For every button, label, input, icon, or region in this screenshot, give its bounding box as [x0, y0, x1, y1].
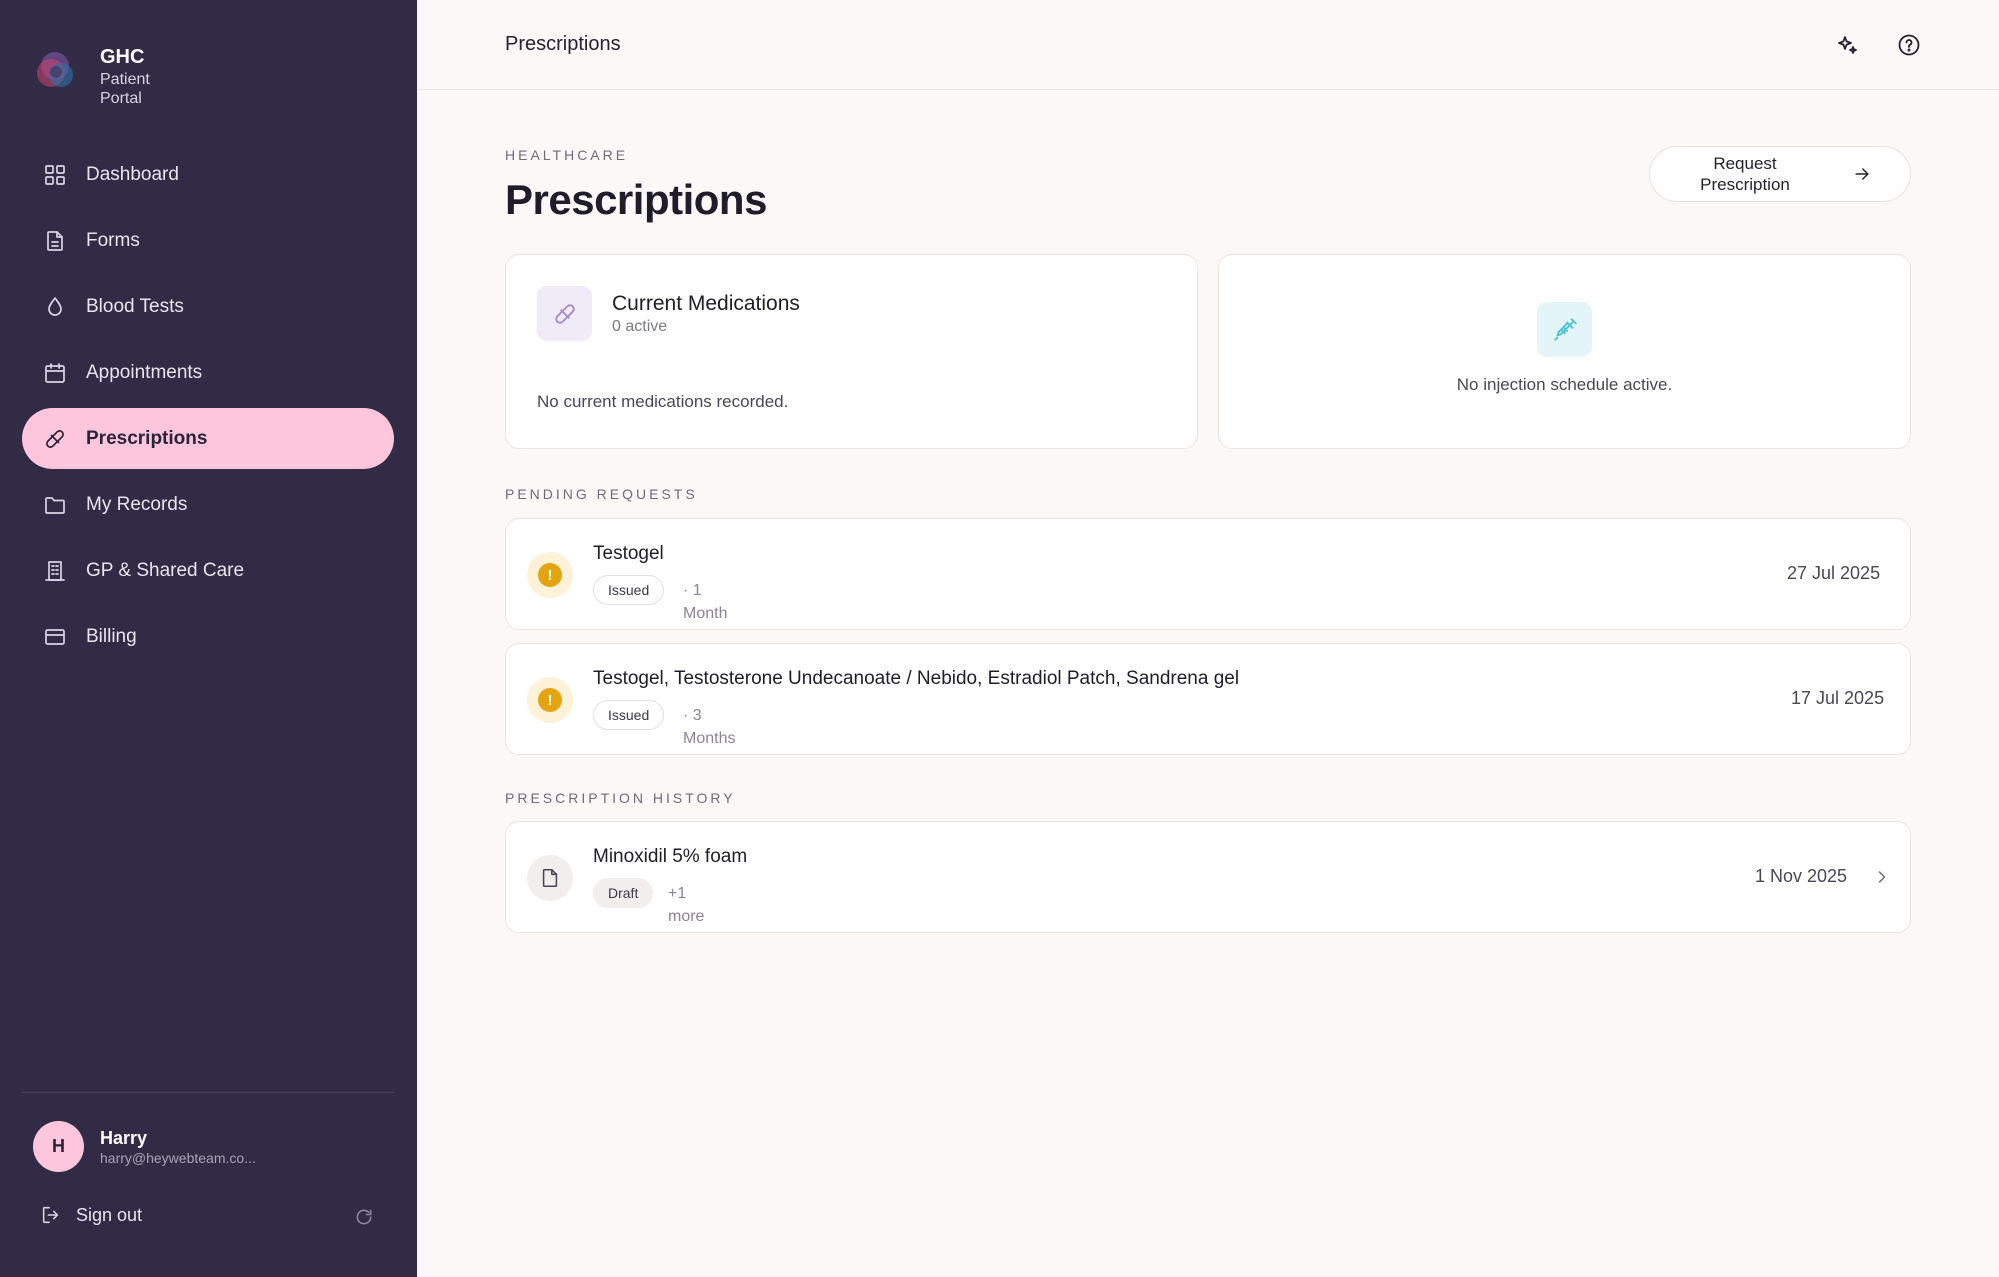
- request-label-line1: Request: [1713, 154, 1777, 173]
- injection-schedule-empty: No injection schedule active.: [1456, 375, 1673, 394]
- sidebar-item-label: Prescriptions: [86, 427, 208, 449]
- current-medications-title: Current Medications: [612, 292, 800, 315]
- sidebar-item-blood-tests[interactable]: Blood Tests: [22, 276, 394, 337]
- syringe-icon: [1537, 302, 1592, 357]
- sign-out-icon: [42, 1206, 59, 1224]
- sparkle-button[interactable]: [1834, 31, 1862, 59]
- chevron-right-icon: [1872, 867, 1894, 889]
- pending-request-row[interactable]: ! Testogel, Testosterone Undecanoate / N…: [505, 643, 1911, 755]
- pending-request-row[interactable]: ! Testogel Issued · 1 Month 27 Jul 2025: [505, 518, 1911, 630]
- request-prescription-button[interactable]: Request Prescription: [1649, 146, 1911, 202]
- prescription-quantity: · 1 Month: [683, 579, 727, 625]
- pending-requests-label: PENDING REQUESTS: [505, 486, 698, 502]
- injection-schedule-card: No injection schedule active.: [1218, 254, 1911, 449]
- building-icon: [42, 558, 68, 584]
- prescription-title: Testogel, Testosterone Undecanoate / Neb…: [593, 668, 1240, 689]
- user-profile[interactable]: H Harry harry@heywebteam.co...: [33, 1121, 256, 1172]
- warning-icon: !: [527, 677, 573, 723]
- help-circle-icon: [1898, 34, 1920, 56]
- status-badge: Draft: [593, 878, 654, 908]
- status-badge: Issued: [593, 700, 665, 730]
- request-prescription-label: Request Prescription: [1650, 153, 1840, 195]
- current-medications-empty: No current medications recorded.: [537, 392, 789, 411]
- prescription-date: 1 Nov 2025: [1755, 866, 1848, 886]
- app-name: GHC: [100, 46, 145, 68]
- sidebar-item-my-records[interactable]: My Records: [22, 474, 394, 535]
- quantity-value: · 1: [683, 582, 702, 599]
- avatar: H: [33, 1121, 84, 1172]
- credit-card-icon: [42, 624, 68, 650]
- more-count: +1: [668, 885, 687, 902]
- current-medications-card: Current Medications 0 active No current …: [505, 254, 1198, 449]
- history-row[interactable]: Minoxidil 5% foam Draft +1 more 1 Nov 20…: [505, 821, 1911, 933]
- calendar-icon: [42, 360, 68, 386]
- sidebar-item-forms[interactable]: Forms: [22, 210, 394, 271]
- page-title: Prescriptions: [505, 176, 767, 223]
- page-eyebrow: HEALTHCARE: [505, 147, 629, 163]
- droplet-icon: [42, 294, 68, 320]
- sign-out-label: Sign out: [76, 1204, 143, 1225]
- more-items: +1 more: [668, 882, 704, 928]
- top-bar-title: Prescriptions: [505, 33, 621, 55]
- sidebar-item-appointments[interactable]: Appointments: [22, 342, 394, 403]
- warning-icon: !: [527, 552, 573, 598]
- sidebar-nav: Dashboard Forms Blood Tests Appointments…: [22, 144, 394, 672]
- refresh-button[interactable]: [354, 1207, 376, 1229]
- prescription-history-label: PRESCRIPTION HISTORY: [505, 790, 736, 806]
- sidebar-item-label: Appointments: [86, 361, 203, 383]
- sidebar-item-gp-shared-care[interactable]: GP & Shared Care: [22, 540, 394, 601]
- quantity-unit: Months: [683, 730, 736, 747]
- folder-icon: [42, 492, 68, 518]
- prescription-title: Testogel: [593, 543, 664, 564]
- prescription-quantity: · 3 Months: [683, 704, 735, 750]
- sidebar: GHC Patient Portal Dashboard Forms Blood…: [0, 0, 417, 1277]
- current-medications-count: 0 active: [612, 318, 668, 335]
- arrow-right-icon: [1855, 168, 1869, 180]
- sidebar-item-label: Dashboard: [86, 163, 179, 185]
- sidebar-item-label: Blood Tests: [86, 295, 184, 317]
- help-button[interactable]: [1895, 31, 1923, 59]
- app-subtitle-line2: Portal: [100, 90, 142, 107]
- document-icon: [42, 228, 68, 254]
- grid-icon: [42, 162, 68, 188]
- prescription-date: 17 Jul 2025: [1791, 688, 1885, 708]
- ghc-logo-icon: [37, 52, 73, 87]
- quantity-unit: Month: [683, 605, 728, 622]
- user-name: Harry: [100, 1127, 148, 1148]
- brand[interactable]: GHC Patient Portal: [34, 44, 150, 108]
- more-label: more: [668, 908, 705, 925]
- sidebar-item-label: Billing: [86, 625, 137, 647]
- pill-icon: [42, 426, 68, 452]
- sparkle-icon: [1838, 36, 1857, 54]
- sidebar-item-label: Forms: [86, 229, 140, 251]
- refresh-icon: [356, 1209, 372, 1225]
- quantity-value: · 3: [683, 707, 702, 724]
- top-bar: Prescriptions: [417, 0, 1999, 90]
- document-icon: [527, 855, 573, 901]
- sidebar-item-label: GP & Shared Care: [86, 559, 245, 581]
- sign-out-button[interactable]: Sign out: [40, 1204, 142, 1226]
- sidebar-item-dashboard[interactable]: Dashboard: [22, 144, 394, 205]
- sidebar-item-prescriptions[interactable]: Prescriptions: [22, 408, 394, 469]
- sidebar-divider: [22, 1092, 394, 1093]
- prescription-title: Minoxidil 5% foam: [593, 846, 748, 867]
- app-subtitle-line1: Patient: [100, 71, 150, 88]
- sidebar-item-billing[interactable]: Billing: [22, 606, 394, 667]
- user-email: harry@heywebteam.co...: [100, 1149, 256, 1166]
- request-label-line2: Prescription: [1700, 175, 1790, 194]
- pill-icon: [537, 286, 592, 341]
- status-badge: Issued: [593, 575, 665, 605]
- prescription-date: 27 Jul 2025: [1787, 563, 1881, 583]
- sidebar-item-label: My Records: [86, 493, 188, 515]
